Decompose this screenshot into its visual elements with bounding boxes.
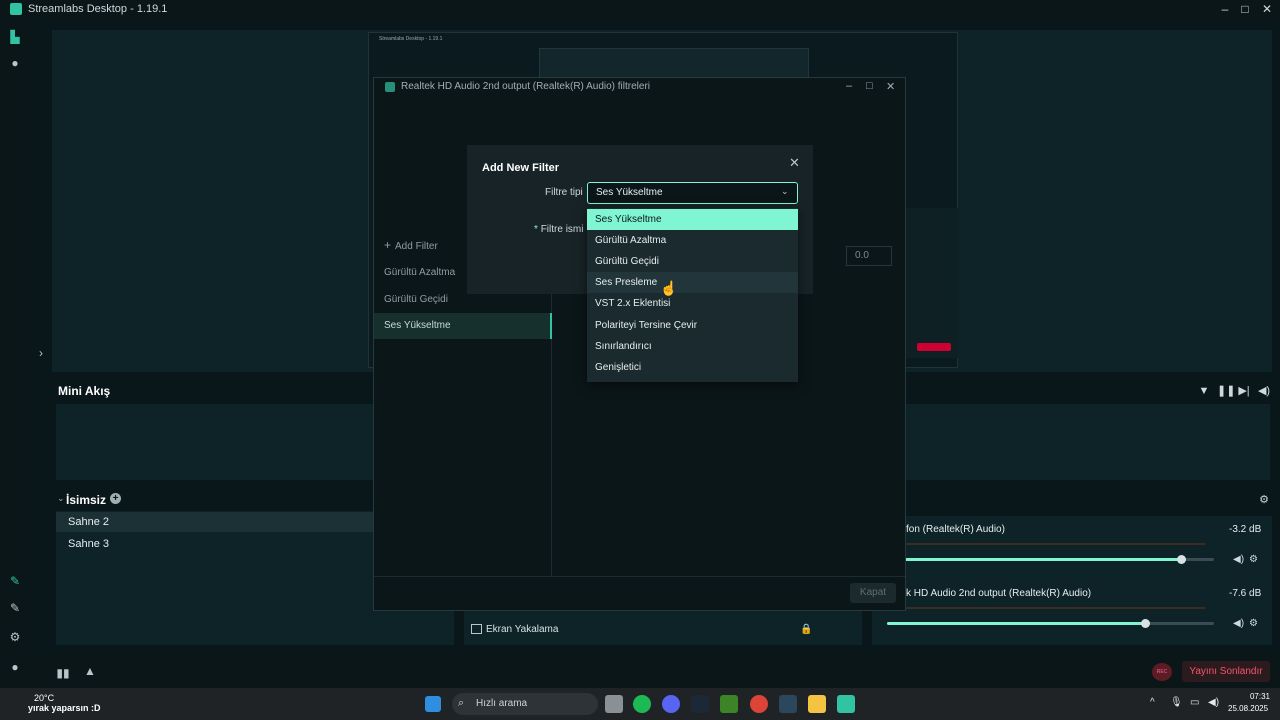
filters-maximize-button[interactable]: □ bbox=[866, 80, 873, 92]
filter-icon[interactable]: ▼ bbox=[1197, 384, 1211, 398]
search-icon: ⌕ bbox=[458, 697, 465, 709]
title-bar: Streamlabs Desktop - 1.19.1 – □ ✕ bbox=[0, 0, 1280, 18]
steam-icon[interactable] bbox=[779, 695, 797, 713]
filter-type-select[interactable]: Ses Yükseltme bbox=[587, 182, 798, 204]
filter-name-label: * Filtre ismi bbox=[534, 224, 584, 235]
volume-meter bbox=[887, 543, 1205, 545]
volume-slider-knob[interactable] bbox=[1177, 555, 1186, 564]
network-icon[interactable]: ▭ bbox=[1190, 697, 1199, 708]
weather-temp[interactable]: 20°C bbox=[34, 693, 54, 703]
scene-item[interactable]: Sahne 3 bbox=[56, 534, 374, 554]
rec-button[interactable]: REC bbox=[1152, 663, 1172, 681]
display-icon bbox=[471, 624, 482, 634]
mixer-channel-name: fon (Realtek(R) Audio) bbox=[906, 524, 1005, 535]
task-view-icon[interactable] bbox=[605, 695, 623, 713]
volume-tray-icon[interactable]: ◀) bbox=[1208, 697, 1219, 708]
stop-stream-button[interactable]: Yayını Sonlandır bbox=[1182, 661, 1270, 682]
microphone-icon[interactable]: 🎙 bbox=[1170, 697, 1183, 708]
dropdown-option[interactable]: VST 2.x Eklentisi bbox=[587, 293, 798, 314]
volume-slider-knob[interactable] bbox=[1141, 619, 1150, 628]
close-filters-button[interactable]: Kapat bbox=[850, 583, 896, 603]
stats-icon[interactable]: ▮▮ bbox=[56, 666, 70, 680]
filters-window-footer bbox=[374, 576, 905, 610]
channel-gear-icon[interactable]: ⚙ bbox=[1249, 554, 1258, 565]
theme-icon[interactable]: ✎ bbox=[8, 574, 22, 588]
dropdown-option[interactable]: Sınırlandırıcı bbox=[587, 336, 798, 357]
streamlabs-logo-icon bbox=[10, 3, 22, 15]
gear-icon[interactable]: ⚙ bbox=[8, 630, 22, 644]
bell-icon[interactable]: ▲ bbox=[83, 664, 97, 678]
minecraft-icon[interactable] bbox=[720, 695, 738, 713]
scene-item[interactable]: Sahne 2 bbox=[56, 512, 374, 532]
chevron-up-icon[interactable]: ^ bbox=[1150, 697, 1155, 708]
volume-meter bbox=[887, 607, 1205, 609]
weather-text[interactable]: yırak yaparsın :D bbox=[28, 703, 101, 713]
spotify-icon[interactable] bbox=[633, 695, 651, 713]
filters-close-button[interactable]: ✕ bbox=[886, 80, 895, 93]
editor-icon[interactable]: ▙ bbox=[8, 30, 22, 44]
discord-icon[interactable] bbox=[662, 695, 680, 713]
add-scene-icon[interactable]: + bbox=[110, 493, 121, 504]
channel-gear-icon[interactable]: ⚙ bbox=[1249, 618, 1258, 629]
file-explorer-icon[interactable] bbox=[808, 695, 826, 713]
windows-start-icon[interactable] bbox=[425, 696, 441, 712]
chevron-down-icon[interactable]: ⌄ bbox=[57, 493, 65, 504]
speaker-icon[interactable]: ◀) bbox=[1233, 618, 1244, 629]
left-rail: ▙ ● › ✎ ✎ ⚙ ● bbox=[0, 18, 43, 688]
dropdown-option[interactable]: Ses Presleme bbox=[587, 272, 798, 293]
hand-cursor-icon: ☝ bbox=[660, 280, 678, 296]
plus-icon: + bbox=[384, 238, 392, 252]
bottom-bar bbox=[30, 655, 1280, 688]
user-icon[interactable]: ● bbox=[8, 660, 22, 674]
window-title: Streamlabs Desktop - 1.19.1 bbox=[28, 3, 168, 15]
mixer-channel-name: k HD Audio 2nd output (Realtek(R) Audio) bbox=[906, 588, 1092, 599]
mixer-channel-db: -3.2 dB bbox=[1229, 524, 1262, 535]
dropdown-option[interactable]: Genişletici bbox=[587, 357, 798, 378]
play-icon[interactable]: ● bbox=[8, 56, 22, 70]
audio-mixer-panel bbox=[872, 516, 1272, 645]
filters-minimize-button[interactable]: – bbox=[846, 80, 852, 92]
dropdown-option[interactable]: Gürültü Azaltma bbox=[587, 230, 798, 251]
taskbar-search[interactable]: Hızlı arama bbox=[452, 693, 598, 715]
mini-akis-title: Mini Akış bbox=[58, 384, 111, 398]
maximize-button[interactable]: □ bbox=[1234, 0, 1256, 18]
dropdown-option[interactable]: Ses Yükseltme bbox=[587, 209, 798, 230]
lock-icon[interactable]: 🔒 bbox=[800, 624, 812, 635]
chrome-icon[interactable] bbox=[750, 695, 768, 713]
volume-slider-fill bbox=[887, 622, 1145, 625]
minimize-button[interactable]: – bbox=[1214, 0, 1236, 18]
pause-icon[interactable]: ❚❚ bbox=[1217, 384, 1235, 398]
filter-type-label: Filtre tipi bbox=[545, 187, 583, 198]
filter-value-input[interactable]: 0.0 bbox=[846, 246, 892, 266]
streamlabs-taskbar-icon[interactable] bbox=[837, 695, 855, 713]
steam-icon[interactable] bbox=[691, 695, 709, 713]
dropdown-option[interactable]: Polariteyi Tersine Çevir bbox=[587, 315, 798, 336]
taskbar-time[interactable]: 07:31 bbox=[1234, 692, 1270, 701]
mixer-gear-icon[interactable]: ⚙ bbox=[1257, 493, 1271, 507]
streamlabs-logo-icon bbox=[385, 82, 395, 92]
filter-list-item[interactable]: Ses Yükseltme bbox=[374, 313, 552, 339]
dropdown-option[interactable]: Gürültü Geçidi bbox=[587, 251, 798, 272]
close-icon[interactable]: ✕ bbox=[789, 155, 800, 171]
filters-window-title: Realtek HD Audio 2nd output (Realtek(R) … bbox=[401, 81, 651, 92]
mixer-channel-db: -7.6 dB bbox=[1229, 588, 1262, 599]
modal-title: Add New Filter bbox=[482, 162, 560, 174]
scene-collection-title[interactable]: İsimsiz bbox=[66, 493, 106, 507]
volume-slider-fill bbox=[887, 558, 1181, 561]
skip-icon[interactable]: ▶| bbox=[1237, 384, 1251, 398]
add-filter-button[interactable]: + Add Filter bbox=[384, 238, 438, 252]
taskbar-date[interactable]: 25.08.2025 bbox=[1228, 704, 1268, 713]
source-item[interactable]: Ekran Yakalama bbox=[486, 624, 558, 635]
volume-icon[interactable]: ◀) bbox=[1257, 384, 1271, 398]
tools-icon[interactable]: ✎ bbox=[8, 601, 22, 615]
speaker-icon[interactable]: ◀) bbox=[1233, 554, 1244, 565]
close-button[interactable]: ✕ bbox=[1256, 0, 1278, 18]
chevron-right-icon[interactable]: › bbox=[34, 346, 48, 360]
chevron-down-icon[interactable]: ⌄ bbox=[781, 186, 789, 197]
